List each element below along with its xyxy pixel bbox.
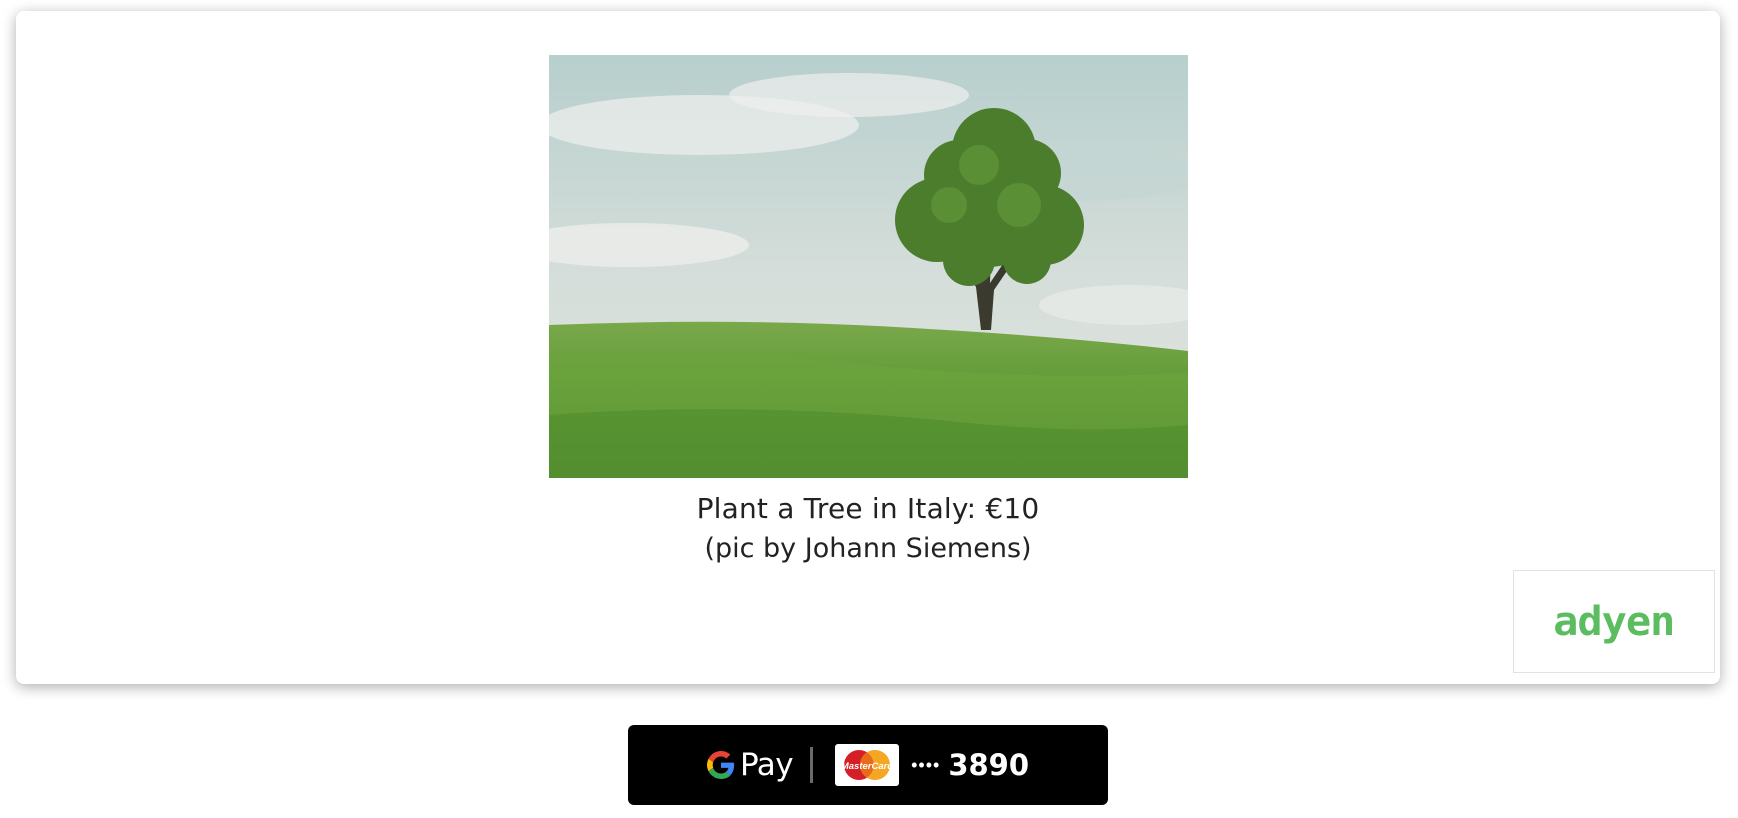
google-g-icon	[706, 751, 735, 779]
pay-label: Pay	[739, 747, 794, 783]
google-pay-button[interactable]: Pay MasterCard •••• 3890	[628, 725, 1108, 805]
mastercard-icon: MasterCard	[835, 744, 900, 786]
photo-credit: (pic by Johann Siemens)	[704, 533, 1032, 564]
divider	[810, 747, 814, 783]
product-image	[549, 55, 1188, 478]
svg-text:MasterCard: MasterCard	[841, 761, 893, 772]
masked-card-dots: ••••	[911, 754, 941, 775]
product-card: Plant a Tree in Italy: €10 (pic by Johan…	[16, 11, 1720, 684]
google-pay-mark: Pay	[706, 747, 794, 783]
card-last-four: 3890	[948, 748, 1030, 782]
adyen-badge: adyen	[1513, 570, 1715, 673]
adyen-logo: adyen	[1553, 598, 1675, 645]
product-title: Plant a Tree in Italy: €10	[696, 492, 1040, 525]
